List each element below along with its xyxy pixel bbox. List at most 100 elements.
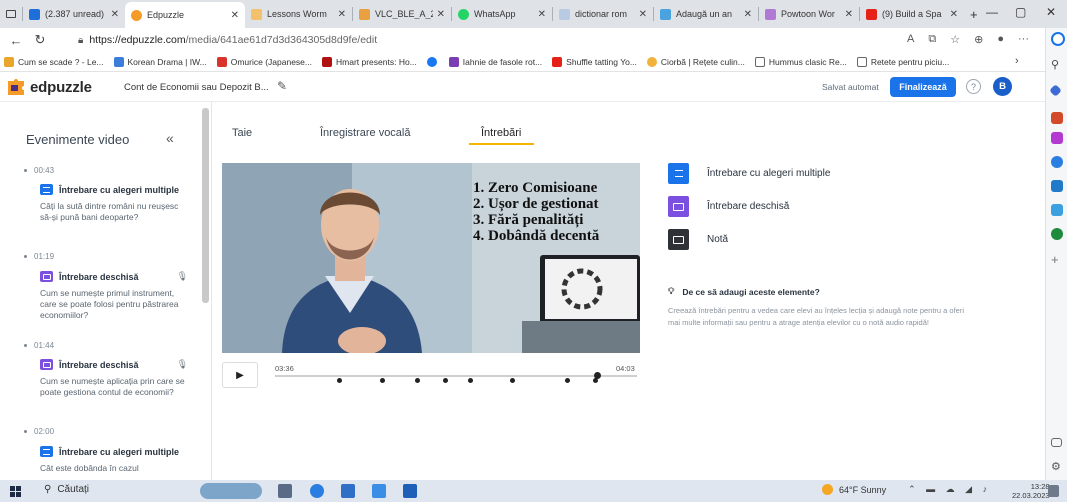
- send-icon[interactable]: [1051, 204, 1063, 216]
- bookmark-item[interactable]: Hmart presents: Ho...: [322, 56, 417, 67]
- add-open-question-button[interactable]: Întrebare deschisă: [668, 196, 789, 217]
- new-tab-button[interactable]: +: [964, 3, 986, 25]
- question-marker[interactable]: [565, 378, 571, 383]
- close-tab-icon[interactable]: ✕: [639, 9, 647, 20]
- taskbar-clock[interactable]: 13:28 22.03.2023: [1012, 482, 1050, 500]
- edge-browser-icon[interactable]: [310, 484, 324, 498]
- refresh-icon[interactable]: ↻: [28, 32, 52, 48]
- tab-cut[interactable]: Taie: [232, 127, 252, 139]
- event-card[interactable]: Întrebare cu alegeri multiple Cât este d…: [40, 446, 188, 474]
- mail-icon[interactable]: [403, 484, 417, 498]
- video-player[interactable]: 1. Zero Comisioane 2. Ușor de gestionat …: [222, 163, 640, 353]
- games-icon[interactable]: [1051, 132, 1063, 144]
- collections-icon[interactable]: ⊕: [974, 33, 983, 46]
- notifications-icon[interactable]: [1048, 485, 1059, 497]
- edpuzzle-logo[interactable]: edpuzzle: [6, 78, 92, 96]
- events-scrollbar[interactable]: [202, 108, 209, 303]
- event-card[interactable]: Întrebare deschisă 🎙︎ Cum se numește pri…: [40, 271, 188, 321]
- office-icon[interactable]: [1051, 156, 1063, 168]
- read-aloud-icon[interactable]: A: [907, 33, 914, 46]
- windows-start-icon[interactable]: [10, 486, 21, 497]
- browser-tab-vlc[interactable]: VLC_BLE_A_20 ✕: [353, 3, 451, 25]
- tree-icon[interactable]: [1051, 228, 1063, 240]
- add-icon[interactable]: +: [1051, 252, 1063, 267]
- play-button[interactable]: ▶: [222, 362, 258, 388]
- settings-icon[interactable]: ⚙: [1051, 460, 1063, 473]
- microphone-icon[interactable]: 🎙︎: [177, 359, 188, 370]
- close-tab-icon[interactable]: ✕: [538, 9, 546, 20]
- finalize-button[interactable]: Finalizează: [890, 77, 956, 97]
- puzzle-logo-icon: [8, 79, 24, 95]
- duration: 04:03: [616, 364, 635, 373]
- url-field[interactable]: 🔒︎ https://edpuzzle.com/media/641ae61d7d…: [78, 34, 398, 46]
- browser-tab-lessons[interactable]: Lessons Worm ✕: [245, 3, 352, 25]
- tag-icon[interactable]: [1049, 84, 1062, 97]
- search-icon[interactable]: ⚲: [1051, 58, 1063, 71]
- bookmark-item[interactable]: Korean Drama | IW...: [113, 56, 207, 67]
- bookmark-item[interactable]: Retete pentru piciu...: [856, 56, 949, 67]
- tab-actions-button[interactable]: [0, 3, 22, 25]
- question-marker[interactable]: [380, 378, 386, 383]
- bookmark-item[interactable]: Ciorbă | Rețete culin...: [646, 56, 745, 67]
- close-tab-icon[interactable]: ✕: [338, 9, 346, 20]
- question-marker[interactable]: [593, 378, 599, 383]
- collapse-panel-icon[interactable]: «: [166, 130, 174, 146]
- bing-icon[interactable]: [1051, 32, 1065, 46]
- tab-actions-icon[interactable]: ⧉: [928, 33, 936, 46]
- close-window-button[interactable]: ✕: [1046, 5, 1056, 19]
- weather-label[interactable]: 64°F Sunny: [839, 485, 886, 495]
- bookmark-item[interactable]: Cum se scade ? - Le...: [4, 56, 104, 67]
- help-icon[interactable]: ?: [966, 79, 981, 94]
- bookmark-item[interactable]: Shuffle tatting Yo...: [552, 56, 637, 67]
- question-marker[interactable]: [509, 378, 515, 383]
- close-tab-icon[interactable]: ✕: [437, 9, 445, 20]
- close-tab-icon[interactable]: ✕: [111, 9, 119, 20]
- bookmark-item[interactable]: [426, 56, 439, 67]
- maximize-button[interactable]: ▢: [1015, 5, 1026, 19]
- minimize-button[interactable]: —: [986, 5, 998, 19]
- question-marker[interactable]: [442, 378, 448, 383]
- browser-tab-whatsapp[interactable]: WhatsApp ✕: [452, 3, 552, 25]
- timeline-track[interactable]: [275, 372, 637, 379]
- event-card[interactable]: Întrebare cu alegeri multiple Câți la su…: [40, 184, 188, 223]
- outlook-icon[interactable]: [1051, 180, 1063, 192]
- question-marker[interactable]: [414, 378, 420, 383]
- question-marker[interactable]: [467, 378, 473, 383]
- bookmarks-overflow-icon[interactable]: ›: [1015, 55, 1019, 67]
- bookmark-item[interactable]: Hummus clasic Re...: [754, 56, 847, 67]
- close-tab-icon[interactable]: ✕: [231, 10, 239, 21]
- file-explorer-icon[interactable]: [341, 484, 355, 498]
- close-tab-icon[interactable]: ✕: [845, 9, 853, 20]
- browser-tab-adauga[interactable]: Adaugă un an ✕: [654, 3, 758, 25]
- back-icon[interactable]: ←: [4, 33, 28, 48]
- avatar[interactable]: B: [993, 77, 1012, 96]
- event-card[interactable]: Întrebare deschisă 🎙︎ Cum se numește apl…: [40, 359, 188, 398]
- tab-voiceover[interactable]: Înregistrare vocală: [320, 127, 411, 139]
- bookmark-item[interactable]: Iahnie de fasole rot...: [448, 56, 542, 67]
- browser-tab-youtube[interactable]: (9) Build a Spa ✕: [860, 3, 964, 25]
- adauga-favicon-icon: [660, 8, 671, 20]
- browser-tab-mail[interactable]: (2.387 unread) ✕: [23, 3, 125, 25]
- browser-tab-powtoon[interactable]: Powtoon Wor ✕: [759, 3, 859, 25]
- task-view-icon[interactable]: [278, 484, 292, 498]
- close-tab-icon[interactable]: ✕: [950, 9, 958, 20]
- sidebar-panel-icon[interactable]: [1051, 438, 1062, 447]
- tab-questions[interactable]: Întrebări: [481, 127, 521, 139]
- more-icon[interactable]: ···: [1018, 33, 1029, 46]
- taskbar-search[interactable]: ⚲ Căutați: [44, 484, 89, 495]
- close-tab-icon[interactable]: ✕: [744, 9, 752, 20]
- microphone-icon[interactable]: 🎙︎: [177, 271, 188, 282]
- tray-icons[interactable]: ⌃ ▬ ☁ ◢ ♪: [908, 484, 991, 495]
- add-multiple-choice-button[interactable]: Întrebare cu alegeri multiple: [668, 163, 830, 184]
- question-marker[interactable]: [337, 378, 343, 383]
- add-note-button[interactable]: Notă: [668, 229, 728, 250]
- store-icon[interactable]: [372, 484, 386, 498]
- browser-tab-edpuzzle[interactable]: Edpuzzle ✕: [125, 2, 245, 28]
- toolbox-icon[interactable]: [1051, 112, 1063, 124]
- widgets-icon[interactable]: [200, 483, 262, 499]
- bookmark-item[interactable]: Omurice (Japanese...: [216, 56, 312, 67]
- profile-icon[interactable]: ●: [997, 33, 1004, 46]
- browser-tab-dictionar[interactable]: dictionar rom ✕: [553, 3, 653, 25]
- edit-title-icon[interactable]: ✎: [277, 79, 287, 93]
- favorite-star-icon[interactable]: ☆: [950, 33, 960, 46]
